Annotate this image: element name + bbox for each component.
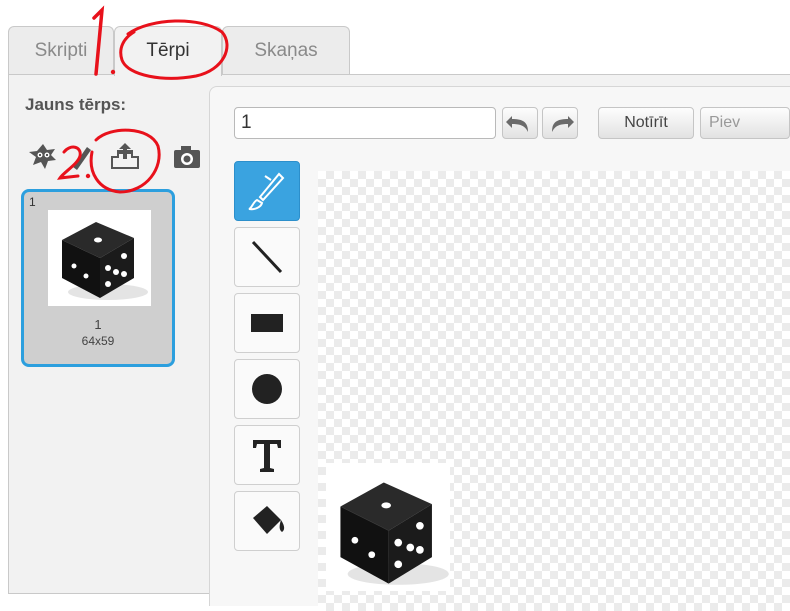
camera-icon[interactable] xyxy=(171,141,203,173)
tab-costumes[interactable]: Tērpi xyxy=(114,26,222,76)
costumes-panel: Jauns tērps: 1 1 64x59 1 Notīrīt Piev xyxy=(8,74,790,611)
costume-thumbnail xyxy=(48,210,151,306)
costume-name: 1 xyxy=(94,317,102,332)
undo-button[interactable] xyxy=(502,107,538,139)
new-costume-icons xyxy=(23,141,203,175)
costume-list-column: Jauns tērps: 1 1 64x59 xyxy=(9,75,209,595)
fill-icon xyxy=(253,506,285,534)
costume-name-input[interactable] xyxy=(234,107,496,139)
canvas-costume-image xyxy=(326,463,450,591)
line-icon xyxy=(251,240,283,274)
costume-size: 64x59 xyxy=(81,334,115,348)
clear-button[interactable]: Notīrīt xyxy=(598,107,694,139)
costume-tile[interactable]: 1 1 64x59 xyxy=(21,189,175,367)
undo-icon xyxy=(506,116,528,132)
upload-costume-icon[interactable] xyxy=(107,141,143,173)
import-button[interactable]: Piev xyxy=(700,107,790,139)
paint-editor: Notīrīt Piev xyxy=(209,86,790,611)
brush-tool[interactable] xyxy=(234,161,300,221)
costume-index: 1 xyxy=(29,195,36,209)
line-tool[interactable] xyxy=(234,227,300,287)
paint-new-costume-icon[interactable] xyxy=(67,141,95,173)
brush-icon xyxy=(248,172,285,211)
redo-icon xyxy=(552,116,574,132)
text-tool[interactable] xyxy=(234,425,300,485)
choose-from-library-icon[interactable] xyxy=(25,141,61,173)
tab-scripts[interactable]: Skripti xyxy=(8,26,114,74)
redo-button[interactable] xyxy=(542,107,578,139)
tab-sounds[interactable]: Skaņas xyxy=(222,26,350,74)
ellipse-icon xyxy=(252,374,282,404)
dice-image xyxy=(340,482,449,585)
dice-image xyxy=(62,222,148,300)
rectangle-icon xyxy=(251,314,283,332)
fill-tool[interactable] xyxy=(234,491,300,551)
ellipse-tool[interactable] xyxy=(234,359,300,419)
text-icon xyxy=(253,440,281,472)
new-costume-label: Jauns tērps: xyxy=(25,95,127,114)
paint-canvas[interactable] xyxy=(318,171,790,611)
rectangle-tool[interactable] xyxy=(234,293,300,353)
